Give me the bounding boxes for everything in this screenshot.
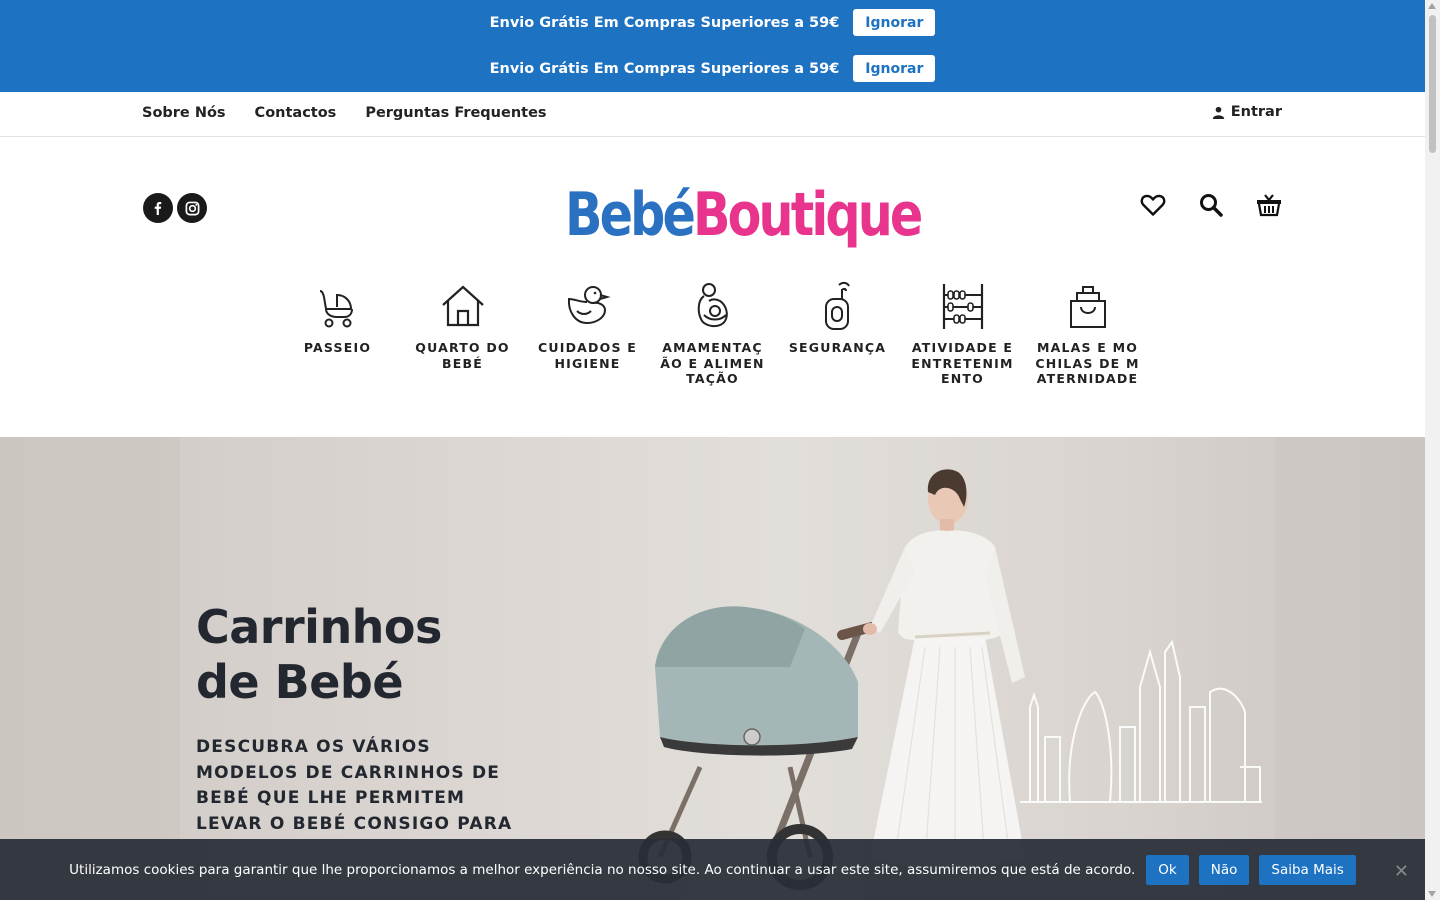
top-navigation: Sobre Nós Contactos Perguntas Frequentes… (0, 92, 1425, 137)
category-atividade[interactable]: ATIVIDADE E ENTRETENIMENTO (900, 281, 1025, 387)
social-links (143, 193, 207, 223)
cookie-banner: Utilizamos cookies para garantir que lhe… (0, 839, 1425, 900)
dismiss-notice-button[interactable]: Ignorar (853, 9, 936, 36)
category-cuidados-e-higiene[interactable]: CUIDADOS E HIGIENE (525, 281, 650, 387)
nav-link-sobre-nos[interactable]: Sobre Nós (142, 105, 226, 121)
bag-icon (1063, 281, 1113, 331)
scrollbar-thumb[interactable] (1429, 15, 1436, 153)
user-icon (1212, 106, 1224, 119)
site-header: BebéBoutique (0, 137, 1425, 277)
shipping-notice-bar: Envio Grátis Em Compras Superiores a 59€… (0, 0, 1425, 92)
hero-title-line: de Bebé (196, 655, 404, 709)
category-amamentacao[interactable]: AMAMENTAÇÃO E ALIMENTAÇÃO (650, 281, 775, 387)
login-link[interactable]: Entrar (1212, 104, 1282, 120)
basket-icon[interactable] (1255, 191, 1283, 219)
hero-title-line: Carrinhos (196, 600, 442, 654)
stroller-icon (313, 281, 363, 331)
category-seguranca[interactable]: SEGURANÇA (775, 281, 900, 387)
close-icon[interactable]: ✕ (1394, 861, 1409, 882)
hero-subtitle: DESCUBRA OS VÁRIOS MODELOS DE CARRINHOS … (196, 737, 513, 834)
category-menu: PASSEIO QUARTO DO BEBÉ CUIDADOS E HIGIEN… (275, 281, 1150, 387)
scroll-up-arrow-icon[interactable] (1428, 3, 1436, 9)
cookie-accept-button[interactable]: Ok (1146, 854, 1189, 885)
search-icon[interactable] (1197, 191, 1225, 219)
heart-icon[interactable] (1139, 191, 1167, 219)
shipping-notice-text: Envio Grátis Em Compras Superiores a 59€ (489, 60, 840, 77)
page-scrollbar[interactable] (1425, 0, 1440, 900)
scroll-down-arrow-icon[interactable] (1428, 891, 1436, 897)
category-label: ATIVIDADE E ENTRETENIMENTO (911, 340, 1014, 386)
cookie-decline-button[interactable]: Não (1198, 854, 1250, 885)
site-logo[interactable]: BebéBoutique (565, 175, 923, 255)
cookie-more-button[interactable]: Saiba Mais (1259, 854, 1356, 885)
shipping-notice-text: Envio Grátis Em Compras Superiores a 59€ (489, 14, 840, 31)
house-icon (438, 281, 488, 331)
category-label: MALAS E MOCHILAS DE MATERNIDADE (1035, 340, 1140, 386)
logo-part-2: Boutique (692, 180, 923, 250)
shipping-notice-row: Envio Grátis Em Compras Superiores a 59€… (0, 9, 1425, 36)
category-passeio[interactable]: PASSEIO (275, 281, 400, 387)
category-label: AMAMENTAÇÃO E ALIMENTAÇÃO (660, 340, 765, 386)
nav-link-contactos[interactable]: Contactos (255, 105, 337, 121)
category-label: PASSEIO (303, 340, 372, 355)
logo-part-1: Bebé (565, 180, 696, 250)
nav-link-faq[interactable]: Perguntas Frequentes (365, 105, 546, 121)
page: Envio Grátis Em Compras Superiores a 59€… (0, 0, 1425, 900)
duck-icon (563, 281, 613, 331)
hero-banner[interactable]: Carrinhos de Bebé DESCUBRA OS VÁRIOS MOD… (0, 437, 1425, 900)
category-label: SEGURANÇA (788, 340, 887, 355)
instagram-icon[interactable] (177, 193, 207, 223)
abacus-icon (938, 281, 988, 331)
login-label: Entrar (1230, 104, 1282, 120)
hero-title: Carrinhos de Bebé (196, 600, 516, 710)
category-label: CUIDADOS E HIGIENE (538, 340, 637, 371)
shipping-notice-row: Envio Grátis Em Compras Superiores a 59€… (0, 55, 1425, 82)
cookie-text: Utilizamos cookies para garantir que lhe… (69, 861, 1136, 878)
header-actions (1139, 191, 1283, 219)
dismiss-notice-button[interactable]: Ignorar (853, 55, 936, 82)
category-quarto-do-bebe[interactable]: QUARTO DO BEBÉ (400, 281, 525, 387)
breastfeeding-icon (688, 281, 738, 331)
category-label: QUARTO DO BEBÉ (415, 340, 510, 371)
baby-monitor-icon (813, 281, 863, 331)
facebook-icon[interactable] (143, 193, 173, 223)
category-malas[interactable]: MALAS E MOCHILAS DE MATERNIDADE (1025, 281, 1150, 387)
